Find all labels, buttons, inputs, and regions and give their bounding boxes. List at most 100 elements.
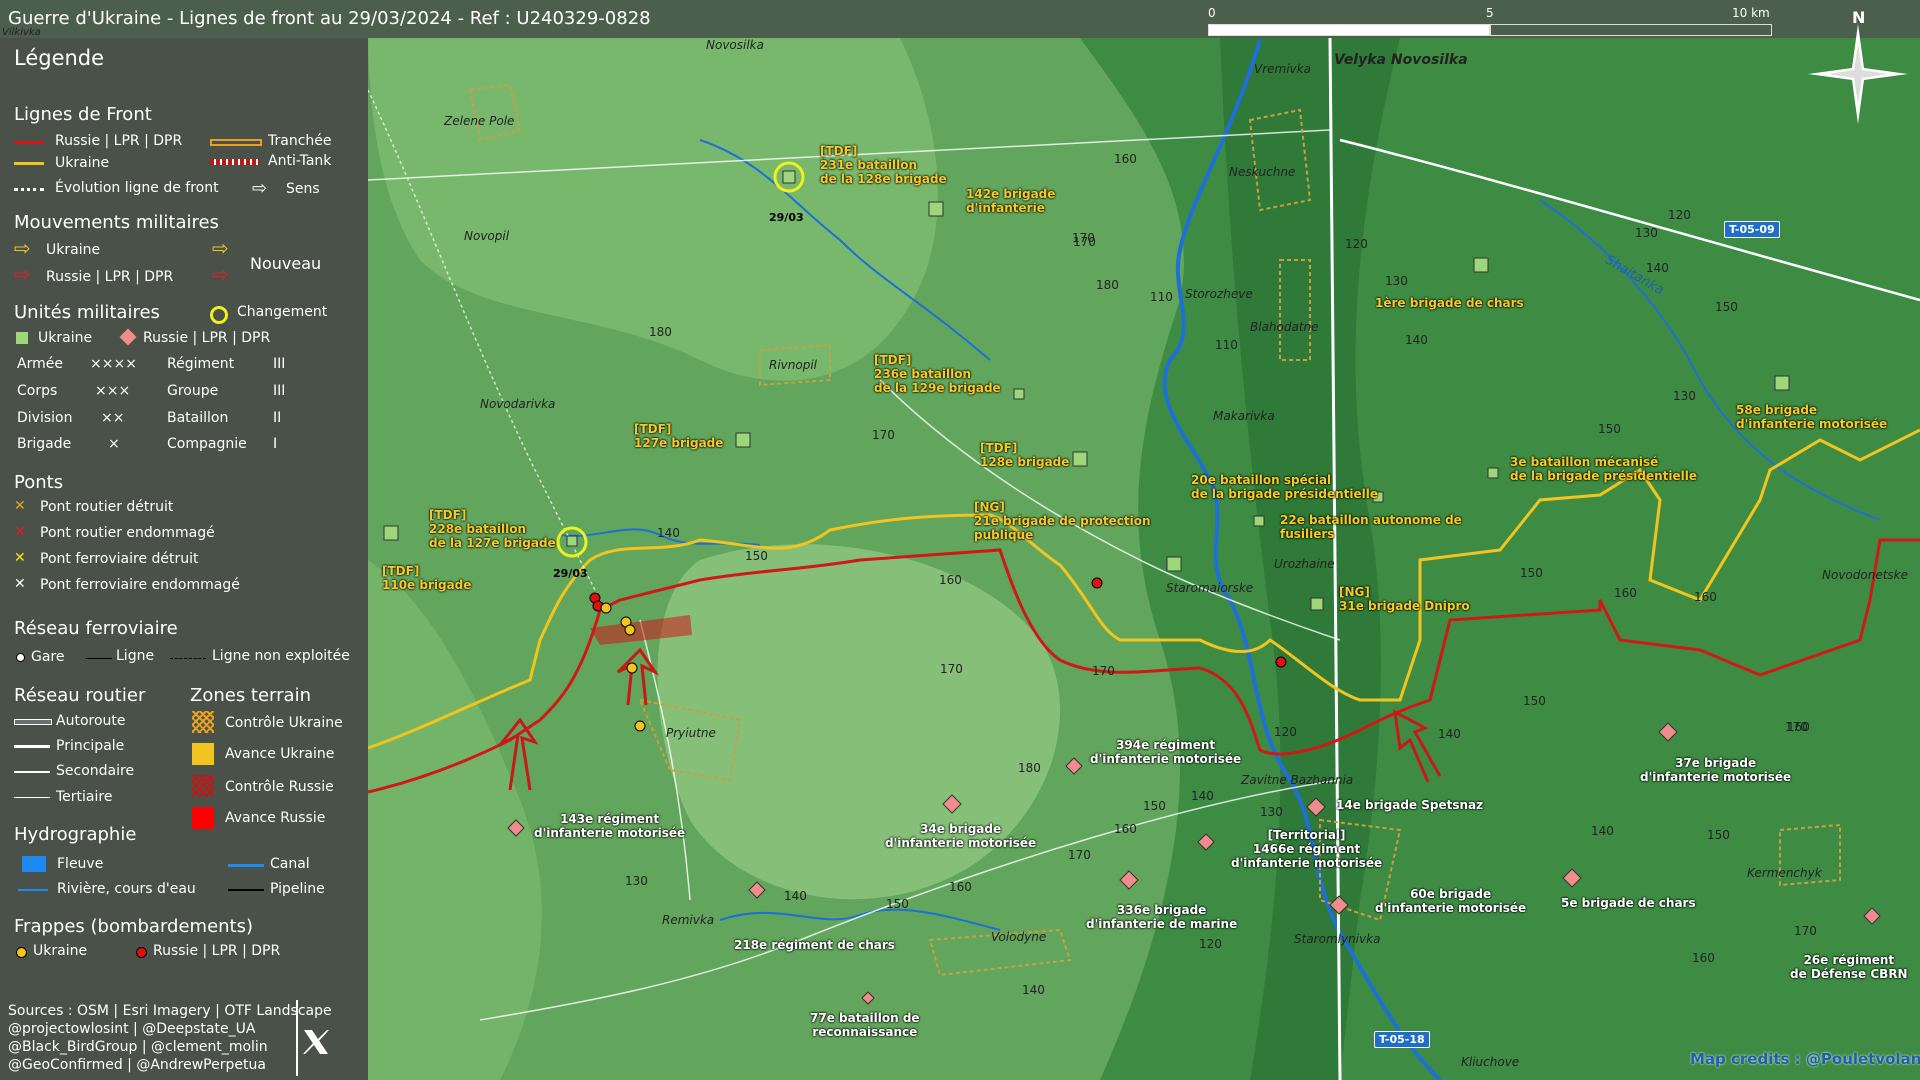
- new-russia-arrow-icon: ⇨: [212, 262, 229, 286]
- x-logo-icon[interactable]: [296, 1022, 336, 1062]
- legend-hydro-fleuve: Fleuve: [57, 856, 104, 872]
- legend-hydro-heading: Hydrographie: [14, 824, 137, 845]
- ua-unit-label[interactable]: [TDF] 128e brigade: [980, 441, 1069, 469]
- main-road-swatch: [14, 745, 50, 748]
- place-novosilka: Novosilka: [706, 38, 764, 52]
- elevation-label: 170: [872, 428, 895, 442]
- ua-unit-label[interactable]: 1ère brigade de chars: [1375, 296, 1524, 310]
- ua-unit-label[interactable]: 22e bataillon autonome de fusiliers: [1280, 513, 1462, 541]
- legend-terrain-heading: Zones terrain: [190, 685, 311, 706]
- place-vremivka: Vremivka: [1254, 62, 1311, 76]
- ua-unit-label[interactable]: 3e bataillon mécanisé de la brigade prés…: [1510, 455, 1697, 483]
- unit-size-label: Brigade: [17, 436, 72, 452]
- source-line: Sources : OSM | Esri Imagery | OTF Lands…: [8, 1003, 332, 1019]
- legend-move-ukraine: Ukraine: [46, 242, 101, 258]
- ru-unit-label[interactable]: 143e régiment d'infanterie motorisée: [534, 812, 685, 840]
- ru-unit-label[interactable]: 14e brigade Spetsnaz: [1336, 798, 1483, 812]
- ua-unit-label[interactable]: 142e brigade d'infanterie: [966, 187, 1055, 215]
- ru-unit-label[interactable]: 77e bataillon de reconnaissance: [810, 1011, 920, 1039]
- ua-unit-label[interactable]: [TDF] 228e bataillon de la 127e brigade: [429, 508, 556, 550]
- ru-unit-label[interactable]: 336e brigade d'infanterie de marine: [1086, 903, 1237, 931]
- place-novopil: Novopil: [464, 229, 510, 243]
- legend-evolution-line: Évolution ligne de front: [55, 180, 219, 196]
- legend-move-russia: Russie | LPR | DPR: [46, 269, 174, 285]
- ru-unit-label[interactable]: 34e brigade d'infanterie motorisée: [885, 822, 1036, 850]
- elevation-label: 150: [886, 897, 909, 911]
- ukraine-move-arrow-icon: ⇨: [14, 236, 31, 260]
- ua-unit-label[interactable]: 58e brigade d'infanterie motorisée: [1736, 403, 1887, 431]
- unit-size-label: Régiment: [167, 356, 235, 372]
- elevation-label: 170: [1073, 235, 1096, 249]
- elevation-label: 180: [1018, 761, 1041, 775]
- ru-unit-label[interactable]: 218e régiment de chars: [734, 938, 895, 952]
- ru-unit-label[interactable]: 60e brigade d'infanterie motorisée: [1375, 887, 1526, 915]
- elevation-label: 140: [1646, 261, 1669, 275]
- ukraine-strike-5: [626, 662, 638, 674]
- change-date-label: 29/03: [769, 211, 804, 224]
- map-credit[interactable]: Map credits : @Pouletvolant3: [1690, 1050, 1920, 1068]
- scale-segment-2: [1490, 24, 1772, 36]
- ua-unit-label[interactable]: [NG] 21e brigade de protection publique: [974, 500, 1151, 542]
- ua-unit-label[interactable]: [TDF] 110e brigade: [382, 564, 471, 592]
- elevation-label: 160: [949, 880, 972, 894]
- legend-hydro-pipeline: Pipeline: [270, 881, 325, 897]
- ru-unit-label[interactable]: 37e brigade d'infanterie motorisée: [1640, 756, 1791, 784]
- ua-unit-label[interactable]: [NG] 31e brigade Dnipro: [1339, 585, 1470, 613]
- elevation-label: 140: [1438, 727, 1461, 741]
- place-zavitne-bazhannia: Zavitne Bazhannia: [1241, 773, 1354, 787]
- russia-strike-4: [1275, 656, 1287, 668]
- change-date-label: 29/03: [553, 567, 588, 580]
- ua-unit-swatch: [16, 332, 28, 344]
- legend-units-heading: Unités militaires: [14, 302, 160, 323]
- road-shield-t0509: T-05-09: [1724, 221, 1780, 238]
- legend-bridge-item: Pont ferroviaire endommagé: [40, 577, 240, 593]
- elevation-label: 130: [1635, 226, 1658, 240]
- legend-road-item: Principale: [56, 738, 125, 754]
- ukraine-strike-4: [634, 720, 646, 732]
- map-title: Guerre d'Ukraine - Lignes de front au 29…: [8, 8, 651, 29]
- scale-label-10: 10 km: [1732, 6, 1770, 20]
- ru-unit-label[interactable]: 394e régiment d'infanterie motorisée: [1090, 738, 1241, 766]
- place-zelene-pole: Zelene Pole: [444, 114, 515, 128]
- canal-swatch: [228, 864, 264, 867]
- ua-unit-label[interactable]: 20e bataillon spécial de la brigade prés…: [1191, 473, 1378, 501]
- source-line[interactable]: @Black_BirdGroup | @clement_molin: [8, 1038, 332, 1056]
- elevation-label: 150: [1598, 422, 1621, 436]
- elevation-label: 130: [1260, 805, 1283, 819]
- unit-size-label: Compagnie: [167, 436, 247, 452]
- legend-rail-line: Ligne: [116, 648, 155, 664]
- ru-unit-label[interactable]: 5e brigade de chars: [1561, 896, 1696, 910]
- scale-bar: 0 5 10 km: [1208, 6, 1774, 36]
- ru-unit-label[interactable]: [Territorial] 1466e régiment d'infanteri…: [1231, 828, 1382, 870]
- rail-line-swatch: [86, 658, 112, 659]
- legend-trench: Tranchée: [268, 133, 332, 149]
- legend-title: Légende: [14, 46, 105, 70]
- legend-move-new: Nouveau: [250, 254, 322, 273]
- ru-unit-swatch: [119, 328, 137, 346]
- legend-rail-station: Gare: [31, 649, 65, 665]
- legend-terrain-item: Avance Ukraine: [225, 746, 335, 762]
- legend-bridges-heading: Ponts: [14, 472, 64, 493]
- place-kermenchyk: Kermenchyk: [1747, 866, 1822, 880]
- ua-strike-icon: [16, 947, 27, 958]
- place-vilkivka: Vilkivka: [2, 27, 41, 38]
- elevation-label: 140: [1405, 333, 1428, 347]
- elevation-label: 160: [1114, 152, 1137, 166]
- ua-unit-label[interactable]: [TDF] 236e bataillon de la 129e brigade: [874, 353, 1001, 395]
- ua-unit-label[interactable]: [TDF] 231e bataillon de la 128e brigade: [820, 144, 947, 186]
- place-volodyne: Volodyne: [991, 930, 1047, 944]
- pipeline-swatch: [228, 889, 264, 891]
- trench-swatch: [210, 139, 262, 146]
- legend-unit-ukraine: Ukraine: [38, 330, 93, 346]
- ua-advance-swatch: [192, 743, 214, 765]
- legend-unit-russia: Russie | LPR | DPR: [143, 330, 271, 346]
- ru-strike-icon: [136, 947, 147, 958]
- ua-unit-label[interactable]: [TDF] 127e brigade: [634, 422, 723, 450]
- source-line[interactable]: @GeoConfirmed | @AndrewPerpetua: [8, 1056, 332, 1074]
- source-line[interactable]: @projectowlosint | @Deepstate_UA: [8, 1020, 332, 1038]
- unit-size-symbol: III: [273, 383, 286, 399]
- elevation-label: 120: [1199, 937, 1222, 951]
- unit-size-symbol: ××××: [90, 356, 137, 372]
- ru-unit-label[interactable]: 26e régiment de Défense CBRN: [1790, 953, 1908, 981]
- elevation-label: 160: [1694, 590, 1717, 604]
